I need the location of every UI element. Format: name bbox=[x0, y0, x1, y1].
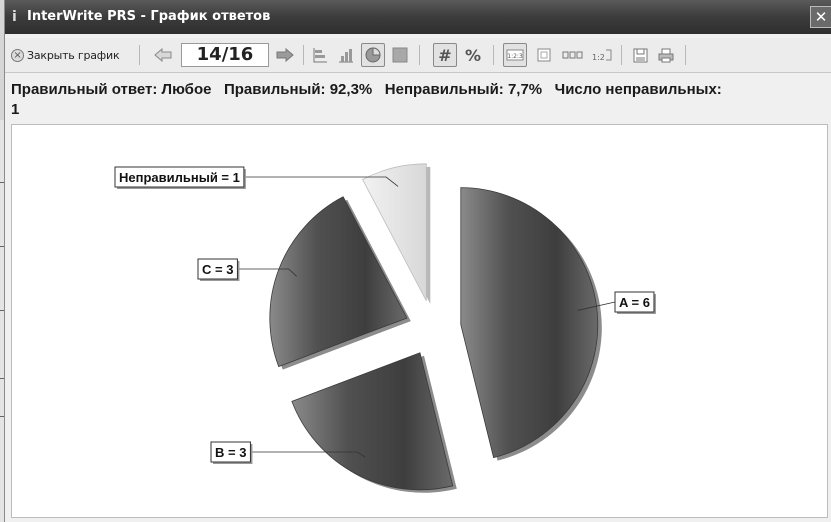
app-icon: i bbox=[12, 9, 17, 25]
count-button[interactable]: # bbox=[433, 43, 457, 67]
window-title: InterWrite PRS - График ответов bbox=[27, 9, 271, 24]
bar-chart-button[interactable] bbox=[309, 43, 331, 67]
summary-bar: Правильный ответ: Любое Правильный: 92,3… bbox=[11, 80, 829, 120]
pie-slice-a bbox=[460, 187, 599, 459]
title-bar[interactable]: i InterWrite PRS - График ответов ✕ bbox=[5, 0, 831, 34]
slice-label: B = 3 bbox=[215, 445, 246, 460]
print-icon bbox=[658, 48, 674, 62]
close-chart-label: Закрыть график bbox=[27, 48, 120, 62]
label-button[interactable] bbox=[533, 43, 555, 67]
incorrect-count-value: 1 bbox=[11, 101, 20, 118]
print-button[interactable] bbox=[655, 43, 677, 67]
numbered-1-2-3-icon: 1:2:3 bbox=[506, 49, 524, 61]
save-button[interactable] bbox=[629, 43, 651, 67]
column-chart-button[interactable] bbox=[335, 43, 357, 67]
order-1-2-3-icon: 1:2 bbox=[592, 49, 612, 62]
numbered-button[interactable]: 1:2:3 bbox=[503, 43, 527, 67]
incorrect-percent-text: Неправильный: 7,7% bbox=[384, 81, 543, 98]
toolbar-separator bbox=[139, 45, 140, 65]
toolbar-separator bbox=[493, 45, 494, 65]
pie-chart: A = 6 B = 3 C = 3 Неправильный = 1 bbox=[114, 163, 656, 493]
toolbar-separator bbox=[685, 45, 686, 65]
svg-text:1:2:3: 1:2:3 bbox=[507, 53, 523, 60]
pie-slice-b bbox=[291, 352, 454, 491]
bar-chart-icon bbox=[313, 48, 327, 63]
svg-text:1:2: 1:2 bbox=[592, 53, 605, 62]
save-icon bbox=[633, 48, 647, 62]
pie-chart-button[interactable] bbox=[361, 43, 385, 67]
column-chart-icon bbox=[339, 49, 353, 63]
area-chart-button[interactable] bbox=[389, 43, 411, 67]
chart-panel: A = 6 B = 3 C = 3 Неправильный = 1 bbox=[11, 124, 828, 518]
slice-label: A = 6 bbox=[619, 295, 650, 310]
answer-strip-button[interactable] bbox=[561, 43, 585, 67]
answer-strip-icon bbox=[562, 51, 583, 59]
page-indicator[interactable]: 14/16 bbox=[181, 43, 269, 67]
correct-percent-text: Правильный: 92,3% bbox=[223, 81, 373, 98]
toolbar: × Закрыть график 14/16 # % 1:2:3 1:2 bbox=[5, 38, 831, 73]
chart-window: i InterWrite PRS - График ответов ✕ × За… bbox=[4, 0, 831, 522]
slice-label: C = 3 bbox=[202, 262, 233, 277]
percent-icon: % bbox=[464, 45, 482, 65]
toolbar-separator bbox=[621, 45, 622, 65]
order-button[interactable]: 1:2 bbox=[589, 43, 615, 67]
incorrect-count-label: Число неправильных: bbox=[554, 81, 722, 98]
arrow-left-icon bbox=[154, 48, 172, 62]
close-circle-icon: × bbox=[11, 48, 24, 62]
previous-page-button[interactable] bbox=[151, 43, 175, 67]
percent-button[interactable]: % bbox=[461, 43, 485, 67]
next-page-button[interactable] bbox=[273, 43, 297, 67]
toolbar-separator bbox=[419, 45, 420, 65]
close-chart-button[interactable]: × Закрыть график bbox=[11, 43, 129, 67]
label-icon bbox=[537, 48, 551, 62]
correct-answer-text: Правильный ответ: Любое bbox=[11, 81, 212, 98]
count-icon: # bbox=[438, 45, 452, 65]
area-chart-icon bbox=[392, 47, 408, 63]
window-close-button[interactable]: ✕ bbox=[810, 6, 831, 28]
slice-label: Неправильный = 1 bbox=[119, 170, 240, 185]
arrow-right-icon bbox=[276, 48, 294, 62]
pie-chart-icon bbox=[365, 47, 381, 63]
toolbar-separator bbox=[303, 45, 304, 65]
